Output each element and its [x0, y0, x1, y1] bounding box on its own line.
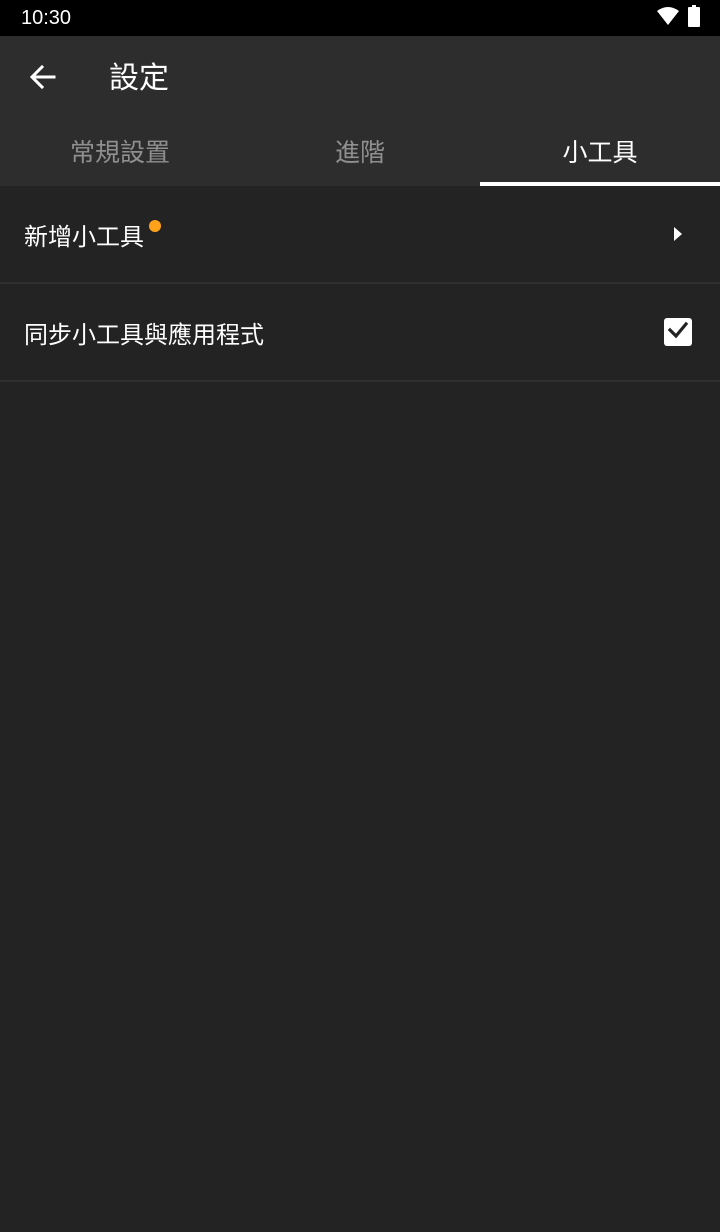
- back-button[interactable]: [14, 54, 70, 104]
- tab-widgets-label: 小工具: [562, 138, 638, 167]
- app-toolbar: 設定 常規設置 進階 小工具: [0, 36, 720, 186]
- tab-advanced[interactable]: 進階: [240, 116, 480, 186]
- checkmark-icon: [667, 319, 689, 345]
- sync-widgets-row[interactable]: 同步小工具與應用程式: [0, 284, 720, 382]
- add-widget-label: 新增小工具: [24, 222, 144, 251]
- tab-widgets[interactable]: 小工具: [480, 116, 720, 186]
- status-bar: 10:30: [0, 0, 720, 36]
- wifi-icon: [656, 6, 680, 30]
- arrow-left-icon: [28, 63, 56, 95]
- status-icons: [656, 5, 700, 31]
- tab-bar: 常規設置 進階 小工具: [0, 116, 720, 186]
- chevron-right-icon: [668, 224, 688, 244]
- new-badge-dot: [149, 220, 161, 232]
- sync-widgets-label: 同步小工具與應用程式: [24, 320, 264, 349]
- tab-advanced-label: 進階: [334, 138, 385, 167]
- battery-icon: [688, 5, 700, 31]
- tab-general[interactable]: 常規設置: [0, 116, 240, 186]
- sync-widgets-checkbox[interactable]: [664, 318, 692, 346]
- add-widget-row[interactable]: 新增小工具: [0, 186, 720, 284]
- tab-general-label: 常規設置: [69, 138, 170, 167]
- page-title: 設定: [109, 61, 169, 96]
- status-time: 10:30: [21, 7, 72, 29]
- settings-list: 新增小工具 同步小工具與應用程式: [0, 186, 720, 382]
